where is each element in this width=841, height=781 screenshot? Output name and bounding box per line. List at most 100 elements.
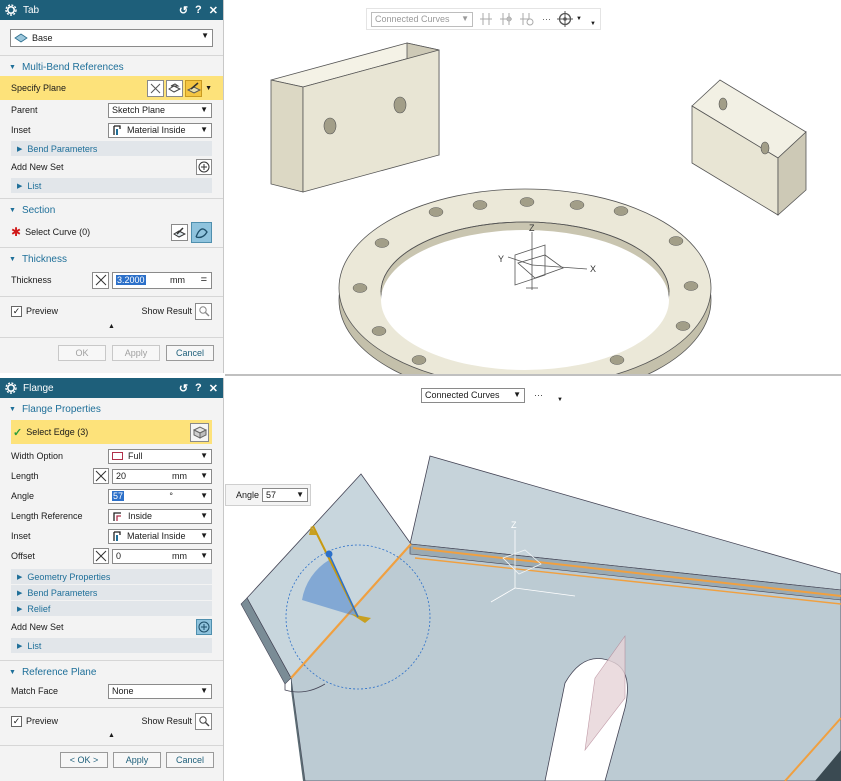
preview-checkbox[interactable]: ✓	[11, 305, 22, 317]
subsection-label: Geometry Properties	[27, 571, 111, 582]
type-dropdown[interactable]: Base ▼	[10, 29, 213, 47]
add-new-set-row: Add New Set	[0, 617, 223, 637]
preview-label: Preview	[26, 716, 59, 726]
top-graphics-window[interactable]: Connected Curves ▼ ··· ▼ ▼ Z X Y	[225, 0, 841, 376]
collapse-arrow-icon[interactable]: ▲	[0, 323, 223, 335]
required-star-icon: ✱	[11, 225, 22, 239]
subsection-label: List	[27, 180, 42, 191]
close-icon[interactable]: ✕	[209, 4, 218, 17]
help-icon[interactable]: ?	[195, 4, 202, 16]
list-subsection[interactable]: ▶ List	[11, 178, 212, 193]
length-reference-dropdown[interactable]: Inside ▼	[108, 508, 212, 524]
offset-label: Offset	[11, 551, 35, 561]
chevron-down-icon[interactable]: ▼	[205, 85, 212, 92]
flange-properties-header[interactable]: ▼ Flange Properties	[0, 400, 223, 418]
offset-input[interactable]: 0 mm ▼	[112, 548, 212, 564]
length-input[interactable]: 20 mm ▼	[112, 468, 212, 484]
collapse-arrow-icon[interactable]: ▲	[0, 732, 223, 743]
length-reference-row: Length Reference Inside ▼	[0, 506, 223, 526]
apply-button[interactable]: Apply	[112, 345, 160, 361]
chevron-down-icon: ▼	[200, 490, 208, 500]
angle-onscreen-value: 57	[266, 490, 277, 500]
geometry-properties-subsection[interactable]: ▶ Geometry Properties	[11, 569, 212, 584]
formula-icon[interactable]	[93, 468, 109, 484]
section-title: Thickness	[21, 253, 67, 265]
edge-select-icon[interactable]	[190, 422, 209, 442]
equals-icon[interactable]: =	[201, 274, 207, 286]
thickness-header[interactable]: ▼ Thickness	[0, 250, 223, 268]
select-edge-row[interactable]: ✓ Select Edge (3)	[11, 420, 212, 444]
parent-dropdown[interactable]: Sketch Plane ▼	[108, 102, 212, 118]
full-width-icon	[112, 452, 123, 460]
specify-plane-row[interactable]: Specify Plane ▼	[0, 76, 223, 100]
selection-filter-dropdown[interactable]: Connected Curves ▼	[421, 387, 525, 403]
chevron-down-icon: ▼	[200, 450, 208, 460]
bottom-graphics-window[interactable]: Z Connected Curves ▼ ··· ▼ Angle 57 ▼	[225, 378, 841, 781]
inset-dropdown[interactable]: Material Inside ▼	[108, 122, 212, 138]
length-reference-label: Length Reference	[11, 511, 83, 521]
inferred-plane-icon[interactable]	[166, 79, 184, 97]
tab-dialog-titlebar[interactable]: Tab ↺ ? ✕	[0, 0, 223, 20]
magnifier-icon[interactable]	[195, 712, 212, 730]
formula-icon[interactable]	[93, 548, 109, 564]
axis-y-label: Y	[498, 254, 504, 264]
bend-parameters-subsection[interactable]: ▶ Bend Parameters	[11, 141, 212, 156]
flange-ring[interactable]	[338, 188, 712, 376]
reset-icon[interactable]: ↺	[179, 382, 188, 395]
inset-dropdown[interactable]: Material Inside ▼	[108, 528, 212, 544]
chevron-down-icon[interactable]: ▼	[557, 397, 563, 403]
close-icon[interactable]: ✕	[209, 382, 218, 395]
right-tab-block[interactable]	[691, 79, 807, 216]
select-curve-row[interactable]: ✱ Select Curve (0)	[0, 219, 223, 245]
sketch-plane-icon[interactable]	[185, 79, 203, 97]
flange-dialog-titlebar[interactable]: Flange ↺ ? ✕	[0, 378, 223, 398]
preview-checkbox[interactable]: ✓	[11, 715, 22, 727]
length-value: 20	[116, 471, 127, 481]
formula-icon[interactable]	[92, 271, 109, 289]
flange-dialog: Flange ↺ ? ✕ ▼ Flange Properties ✓ Selec…	[0, 378, 224, 781]
width-option-dropdown[interactable]: Full ▼	[108, 448, 212, 464]
relief-subsection[interactable]: ▶ Relief	[11, 601, 212, 616]
angle-onscreen-label: Angle	[236, 490, 260, 500]
reference-plane-header[interactable]: ▼ Reference Plane	[0, 663, 223, 681]
angle-onscreen-field[interactable]: 57 ▼	[262, 488, 309, 502]
magnifier-icon[interactable]	[195, 302, 212, 320]
ok-button[interactable]: < OK >	[60, 752, 108, 768]
chevron-down-icon: ▼	[513, 389, 521, 399]
length-unit: mm	[172, 471, 187, 481]
apply-button[interactable]: Apply	[113, 752, 161, 768]
bottom-selection-toolbar: Connected Curves ▼ ··· ▼	[417, 384, 567, 406]
ok-button[interactable]: OK	[58, 345, 106, 361]
cancel-button[interactable]: Cancel	[166, 345, 214, 361]
sketch-section-icon[interactable]	[171, 223, 188, 241]
plane-dialog-icon[interactable]	[147, 79, 165, 97]
inset-value: Material Inside	[127, 125, 186, 135]
angle-onscreen-input: Angle 57 ▼	[225, 484, 311, 506]
preview-label: Preview	[26, 306, 59, 316]
thickness-input[interactable]: 3.2000 mm =	[112, 271, 212, 289]
tab-dialog-buttons: OK Apply Cancel	[0, 340, 223, 361]
add-new-set-row: Add New Set	[0, 157, 223, 177]
tab-dialog: Tab ↺ ? ✕ Base ▼ ▼ Multi-Bend References…	[0, 0, 224, 373]
add-set-icon[interactable]	[196, 619, 212, 635]
multi-bend-references-header[interactable]: ▼ Multi-Bend References	[0, 58, 223, 76]
show-result-label: Show Result	[141, 306, 192, 316]
bend-parameters-subsection[interactable]: ▶ Bend Parameters	[11, 585, 212, 600]
left-tab-block[interactable]	[270, 42, 440, 193]
list-subsection[interactable]: ▶ List	[11, 638, 212, 653]
reset-icon[interactable]: ↺	[179, 4, 188, 17]
add-set-icon[interactable]	[196, 159, 212, 175]
cancel-button[interactable]: Cancel	[166, 752, 214, 768]
parent-row: Parent Sketch Plane ▼	[0, 100, 223, 120]
preview-row: ✓ Preview Show Result	[0, 710, 223, 732]
angle-input[interactable]: 57 ° ▼	[108, 488, 212, 504]
curve-icon[interactable]	[191, 221, 212, 243]
more-options-icon[interactable]: ···	[534, 390, 543, 400]
help-icon[interactable]: ?	[195, 382, 202, 394]
chevron-down-icon: ▼	[296, 490, 305, 499]
inset-row: Inset Material Inside ▼	[0, 526, 223, 546]
match-face-dropdown[interactable]: None ▼	[108, 683, 212, 699]
section-header[interactable]: ▼ Section	[0, 201, 223, 219]
chevron-down-icon: ▼	[200, 104, 208, 114]
length-row: Length 20 mm ▼	[0, 466, 223, 486]
